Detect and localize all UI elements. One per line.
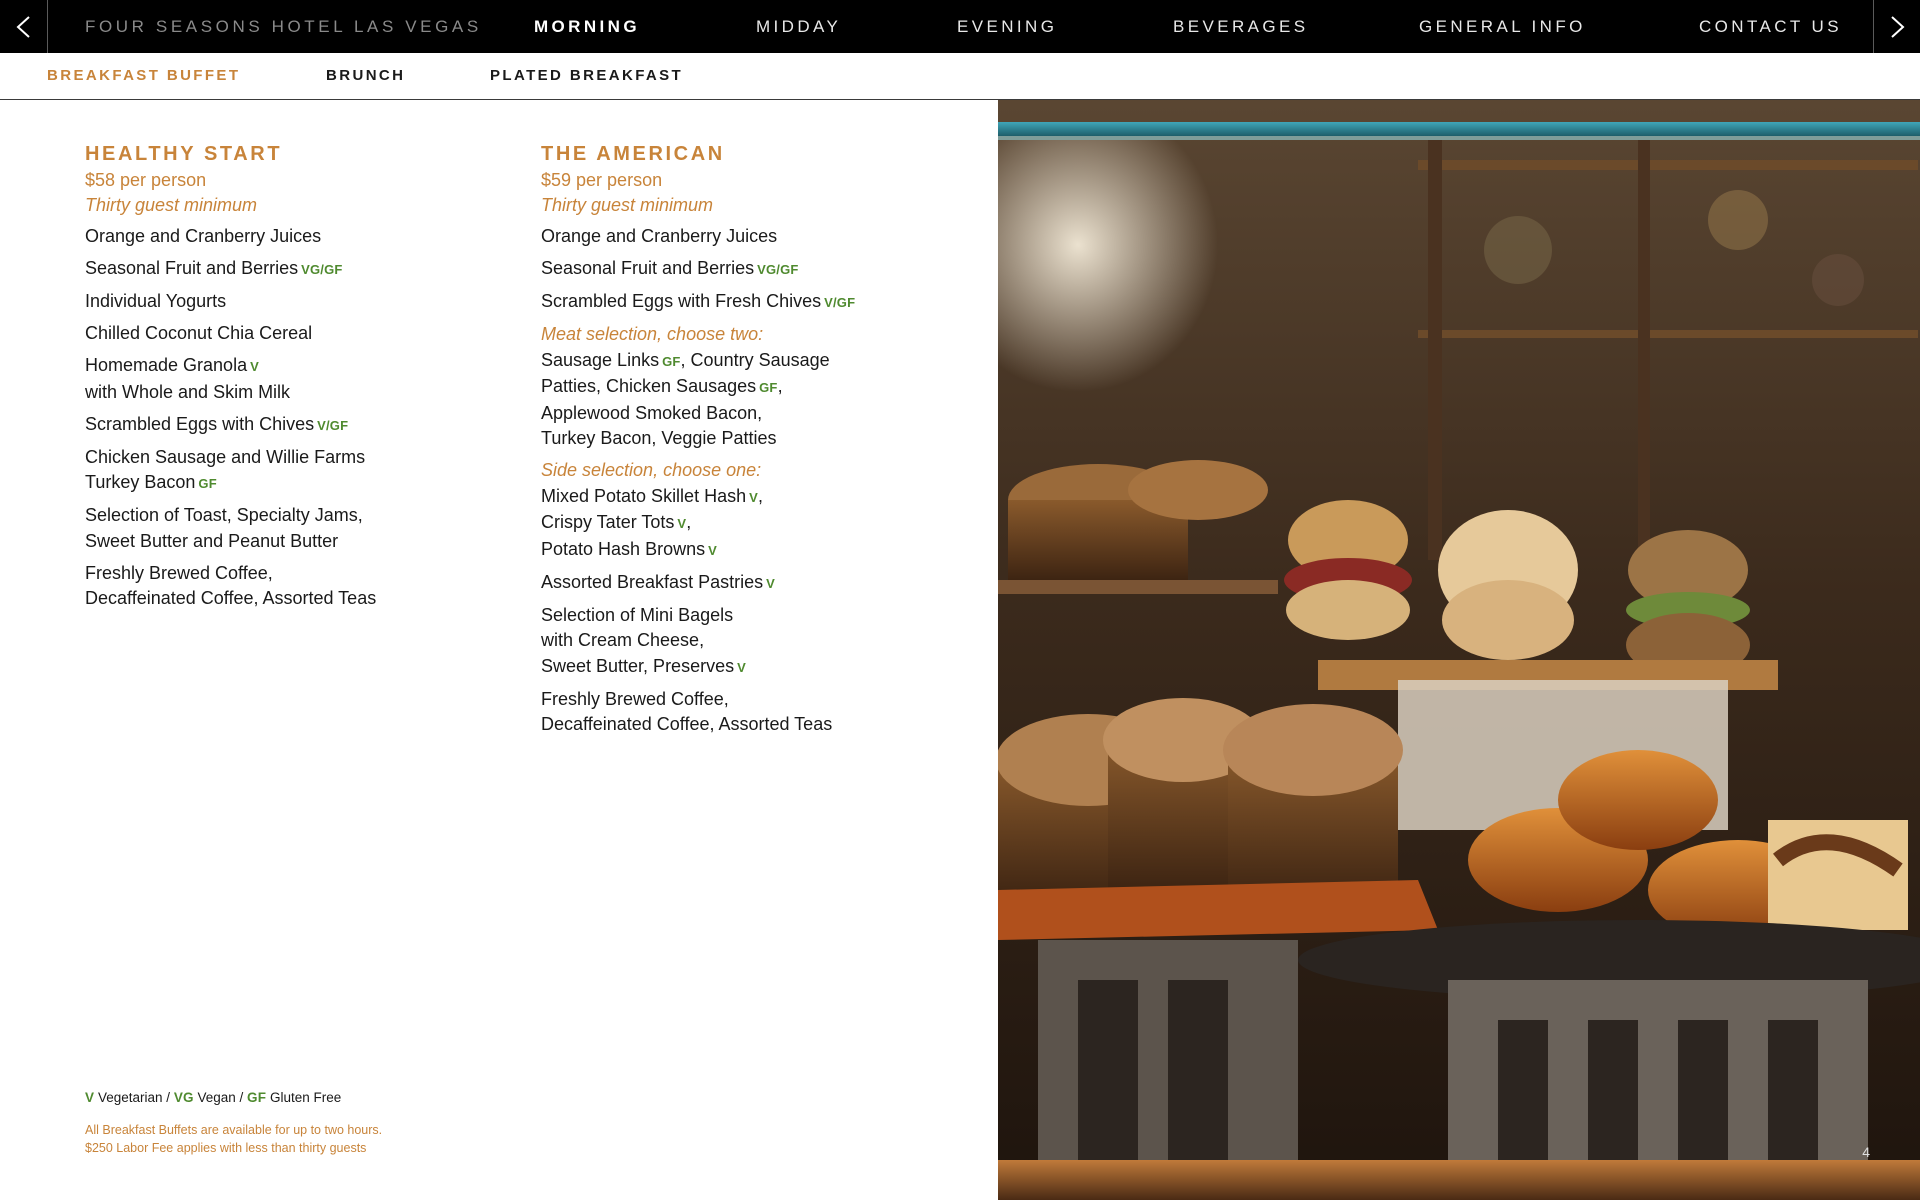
- menu-item: Individual Yogurts: [85, 291, 227, 311]
- top-navigation-bar: FOUR SEASONS HOTEL LAS VEGAS MORNING MID…: [0, 0, 1920, 53]
- menu-item: Homemade Granola V with Whole and Skim Mi…: [85, 355, 291, 402]
- page-number: 4: [1862, 1144, 1870, 1160]
- diet-tag: V: [766, 575, 775, 591]
- diet-tag: VG/GF: [757, 262, 799, 277]
- nav-tab-evening[interactable]: EVENING: [957, 0, 1057, 53]
- menu-item: Orange and Cranberry Juices: [85, 226, 322, 246]
- menu-item: Freshly Brewed Coffee, Decaffeinated Cof…: [541, 688, 833, 735]
- diet-tag: V: [677, 516, 687, 531]
- nav-tab-midday[interactable]: MIDDAY: [756, 0, 841, 53]
- side-selection-heading: Side selection, choose one:: [541, 460, 762, 480]
- menu-price: $58 per person: [85, 170, 207, 190]
- guest-minimum: Thirty guest minimum: [85, 195, 258, 215]
- breakfast-pastries-photo: 4: [998, 100, 1920, 1200]
- hotel-brand-name: FOUR SEASONS HOTEL LAS VEGAS: [85, 17, 482, 36]
- previous-page-button[interactable]: [0, 0, 48, 53]
- menu-item: Selection of Toast, Specialty Jams, Swee…: [85, 505, 363, 551]
- chevron-right-icon: [1891, 15, 1905, 38]
- pastry-display-illustration: [998, 100, 1920, 1200]
- menu-item-list: Orange and Cranberry Juices Seasonal Fru…: [85, 224, 485, 612]
- menu-the-american: THE AMERICAN $59 per person Thirty guest…: [541, 143, 941, 744]
- chevron-left-icon: [16, 15, 30, 38]
- diet-tag: GF: [198, 476, 217, 491]
- nav-tab-morning[interactable]: MORNING: [534, 0, 640, 53]
- menu-item: Chicken Sausage and Willie Farms Turkey …: [85, 446, 366, 493]
- next-page-button[interactable]: [1873, 0, 1920, 53]
- guest-minimum: Thirty guest minimum: [541, 195, 714, 215]
- menu-item-list: Orange and Cranberry Juices Seasonal Fru…: [541, 224, 941, 738]
- diet-tag: VG/GF: [301, 262, 343, 277]
- meat-selection-heading: Meat selection, choose two:: [541, 324, 764, 344]
- diet-tag: V: [708, 542, 717, 558]
- legend-vegan-tag: VG: [173, 1090, 194, 1105]
- meat-selection-options: Sausage Links GF, Country Sausage Patties…: [541, 349, 830, 449]
- dietary-legend: V Vegetarian / VG Vegan / GF Gluten Free: [85, 1090, 342, 1105]
- menu-item: Scrambled Eggs with Chives V/GF: [85, 413, 349, 434]
- menu-page: FOUR SEASONS HOTEL LAS VEGAS MORNING MID…: [0, 0, 1920, 1200]
- menu-item: Scrambled Eggs with Fresh Chives V/GF: [541, 291, 856, 311]
- menu-title: HEALTHY START: [85, 143, 283, 165]
- diet-tag: V: [737, 659, 746, 675]
- menu-item: Freshly Brewed Coffee, Decaffeinated Cof…: [85, 562, 377, 609]
- menu-healthy-start: HEALTHY START $58 per person Thirty gues…: [85, 143, 485, 618]
- diet-tag: V/GF: [317, 417, 349, 433]
- buffet-footnotes: All Breakfast Buffets are available for …: [85, 1123, 383, 1155]
- nav-tab-contact-us[interactable]: CONTACT US: [1699, 0, 1842, 53]
- menu-item: Assorted Breakfast Pastries V: [541, 571, 775, 592]
- diet-tag: V: [749, 489, 758, 505]
- menu-item: Seasonal Fruit and Berries VG/GF: [85, 258, 343, 278]
- menu-item: Chilled Coconut Chia Cereal: [85, 323, 313, 343]
- legend-vegetarian-tag: V: [85, 1090, 95, 1105]
- diet-tag: GF: [662, 353, 681, 369]
- nav-tab-beverages[interactable]: BEVERAGES: [1173, 0, 1308, 53]
- diet-tag: V/GF: [824, 295, 856, 310]
- subtab-brunch[interactable]: BRUNCH: [326, 53, 405, 99]
- legend-gluten-free-tag: GF: [247, 1090, 267, 1105]
- diet-tag: GF: [759, 380, 778, 395]
- menu-item: Orange and Cranberry Juices: [541, 226, 778, 246]
- menu-item: Selection of Mini Bagels with Cream Chee…: [541, 604, 746, 676]
- nav-tab-general-info[interactable]: GENERAL INFO: [1419, 0, 1586, 53]
- menu-item: Seasonal Fruit and Berries VG/GF: [541, 258, 799, 278]
- sub-navigation-bar: BREAKFAST BUFFET BRUNCH PLATED BREAKFAST: [0, 53, 1920, 100]
- diet-tag: V: [250, 359, 259, 374]
- side-selection-options: Mixed Potato Skillet Hash V, Crispy Tater…: [541, 485, 763, 559]
- menu-price: $59 per person: [541, 170, 663, 190]
- subtab-breakfast-buffet[interactable]: BREAKFAST BUFFET: [47, 53, 240, 99]
- menu-title: THE AMERICAN: [541, 143, 725, 165]
- subtab-plated-breakfast[interactable]: PLATED BREAKFAST: [490, 53, 683, 99]
